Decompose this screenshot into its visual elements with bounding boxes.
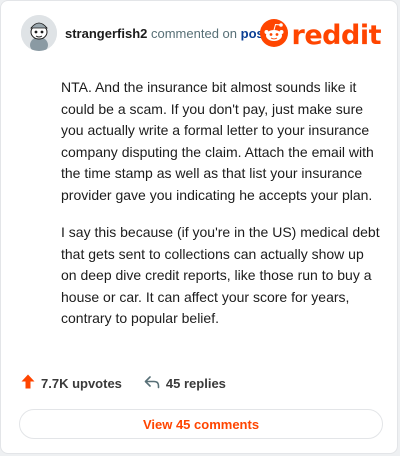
comment-card: strangerfish2 commented on post reddit N… <box>0 0 398 454</box>
comment-paragraph: I say this because (if you're in the US)… <box>61 224 380 326</box>
reddit-logo[interactable]: reddit <box>259 19 382 52</box>
comment-stats: 7.7K upvotes 45 replies <box>21 373 226 393</box>
reddit-wordmark: reddit <box>291 19 382 51</box>
view-comments-button[interactable]: View 45 comments <box>19 409 383 439</box>
replies-stat[interactable]: 45 replies <box>144 375 226 392</box>
comment-body: NTA. And the insurance bit almost sounds… <box>61 77 381 346</box>
comment-paragraph: NTA. And the insurance bit almost sounds… <box>61 79 374 203</box>
upvote-arrow-icon <box>21 374 41 392</box>
comment-header: strangerfish2 commented on post reddit <box>21 15 382 55</box>
upvotes-stat[interactable]: 7.7K upvotes <box>21 374 122 392</box>
comment-meta: strangerfish2 commented on post <box>65 26 268 42</box>
reply-arrow-icon <box>144 375 166 392</box>
replies-count: 45 replies <box>165 375 226 391</box>
username[interactable]: strangerfish2 <box>65 26 147 41</box>
commented-on-label: commented on <box>151 26 237 41</box>
upvotes-count: 7.7K upvotes <box>41 375 122 391</box>
reddit-snoo-icon <box>259 19 288 52</box>
snoo-avatar-icon[interactable] <box>21 15 57 51</box>
